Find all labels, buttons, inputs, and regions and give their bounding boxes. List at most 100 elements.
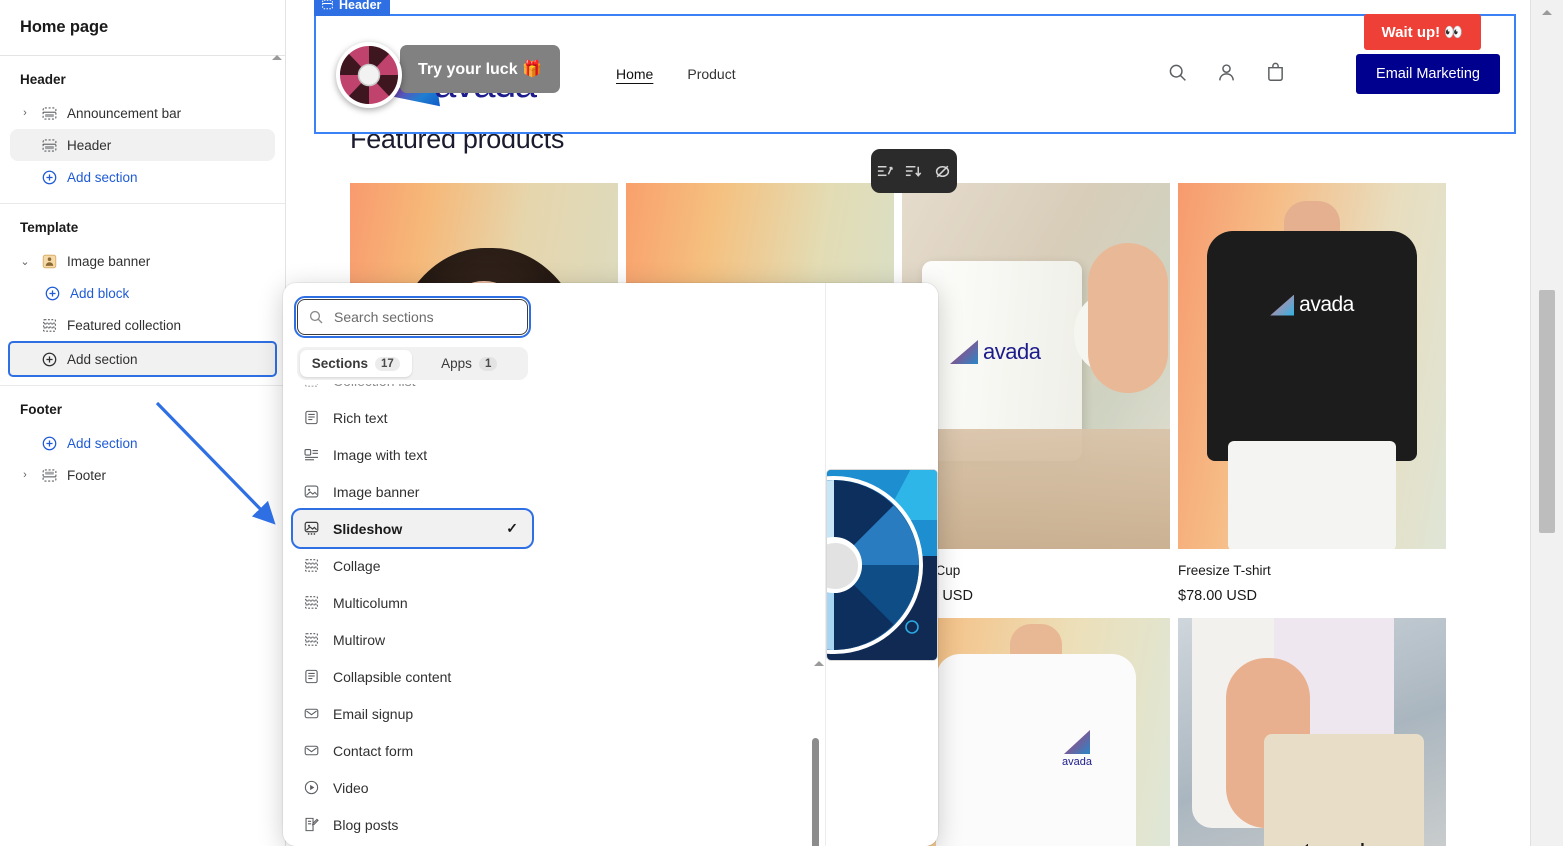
product-price: $78.00 USD [1178,588,1257,604]
sections-list: Collection list Rich text Image with tex… [283,384,542,846]
slideshow-preview-card: Try your luck today! Enter your email to… [826,468,938,661]
product-card[interactable]: avada Freesize T-shirt $78.00 USD [1178,183,1446,604]
sidebar-item-label: Announcement bar [67,105,182,121]
header-section-frame[interactable]: Header avada Try your luck 🎁 [314,0,1516,134]
section-item-label: Collection list [333,384,415,389]
plus-circle-icon [42,436,57,450]
section-item-contact-form[interactable]: Contact form [293,732,532,769]
wait-up-label: Wait up! 👀 [1381,24,1463,41]
collection-icon [42,318,57,332]
section-item-rich-text[interactable]: Rich text [293,399,532,436]
search-input[interactable] [332,308,517,326]
section-item-video[interactable]: Video [293,769,532,806]
chevron-right-icon[interactable]: › [18,107,32,119]
sidebar-item-label: Featured collection [67,317,182,333]
sections-list-scrollbar[interactable] [812,738,819,846]
wheel-icon [340,46,398,104]
app-block-icon [42,254,57,268]
account-icon[interactable] [1216,62,1237,83]
product-image[interactable]: avada [902,183,1170,549]
circle-decor-icon [905,619,919,634]
spin-wheel-widget[interactable] [336,42,402,108]
section-toolbar[interactable] [871,149,957,193]
tab-apps[interactable]: Apps 1 [414,350,526,377]
email-marketing-button[interactable]: Email Marketing [1356,54,1500,94]
group-label-template: Template [20,220,79,235]
section-item-collection-list[interactable]: Collection list [293,384,532,399]
sidebar-item-label: Footer [67,467,107,483]
section-item-multicolumn[interactable]: Multicolumn [293,584,532,621]
multirow-icon [304,633,319,646]
sidebar-item-announcement-bar[interactable]: › Announcement bar [10,97,275,129]
collage-icon [304,559,319,572]
product-image[interactable]: avada [1178,183,1446,549]
section-item-blog-posts[interactable]: Blog posts [293,806,532,843]
sidebar-add-block[interactable]: Add block [10,277,275,309]
sidebar-item-footer[interactable]: › Footer [10,459,275,491]
sections-panel-left: Sections 17 Apps 1 Collection list Rich … [283,283,824,846]
sidebar-item-featured-collection[interactable]: Featured collection [10,309,275,341]
nav-link-home[interactable]: Home [616,66,653,82]
multicolumn-icon [304,596,319,609]
section-item-label: Image with text [333,446,428,463]
section-item-image-with-text[interactable]: Image with text [293,436,532,473]
sidebar-scroll-up-arrow[interactable] [272,55,282,60]
header-section-badge[interactable]: Header [314,0,391,16]
section-item-label: Blog posts [333,816,399,833]
sidebar-item-label: Add section [67,351,138,367]
product-card[interactable]: avada [902,618,1170,846]
section-item-collage[interactable]: Collage [293,547,532,584]
search-sections-box[interactable] [294,296,531,338]
blog-icon [305,817,319,832]
section-item-image-banner[interactable]: Image banner [293,473,532,510]
sidebar-item-label: Add section [67,435,138,451]
product-price: 78.00 USD [902,588,973,604]
section-item-label: Slideshow [333,520,403,537]
footer-icon [42,468,57,482]
section-item-multirow[interactable]: Multirow [293,621,532,658]
section-item-email-signup[interactable]: Email signup [293,695,532,732]
sidebar-header: Home page [0,0,285,56]
sidebar-item-label: Add block [70,285,130,301]
product-card[interactable]: avada [1178,618,1446,846]
nav-link-product[interactable]: Product [687,66,735,82]
image-banner-icon [304,485,319,498]
move-up-icon[interactable] [876,162,895,181]
scroll-up-arrow[interactable] [1542,10,1552,15]
sidebar-add-section-header[interactable]: Add section [10,161,275,193]
panel-scroll-up-arrow[interactable] [814,661,824,666]
sidebar: Home page Header › Announcement bar Head… [0,0,286,846]
sidebar-add-section-template[interactable]: Add section [8,341,277,377]
page-scrollbar-thumb[interactable] [1539,290,1555,533]
sidebar-item-header[interactable]: Header [10,129,275,161]
search-icon [309,310,323,324]
chevron-right-icon[interactable]: › [18,469,32,481]
product-image[interactable]: avada [1178,618,1446,846]
sections-panel-preview: Try your luck today! Enter your email to… [826,283,938,846]
hide-icon[interactable] [933,162,952,181]
tab-sections-count: 17 [374,356,400,371]
group-label-header: Header [20,72,66,87]
sidebar-item-image-banner[interactable]: ⌄ Image banner [10,245,275,277]
move-down-icon[interactable] [904,162,923,181]
section-item-slideshow[interactable]: Slideshow ✓ [291,508,534,549]
panel-tabs: Sections 17 Apps 1 [297,347,528,380]
page-scrollbar[interactable] [1530,0,1563,846]
section-item-label: Video [333,779,369,796]
section-item-label: Rich text [333,409,388,426]
chevron-down-icon[interactable]: ⌄ [18,255,32,268]
sidebar-group-header: Header › Announcement bar Header Add sec… [0,56,285,204]
tab-sections[interactable]: Sections 17 [300,350,412,377]
section-item-collapsible-content[interactable]: Collapsible content [293,658,532,695]
section-icon [322,0,333,10]
product-card[interactable]: avada offee Cup 78.00 USD [902,183,1170,604]
product-image[interactable]: avada [902,618,1170,846]
sidebar-item-label: Header [67,137,112,153]
sidebar-add-section-footer[interactable]: Add section [10,427,275,459]
section-icon [42,106,57,120]
section-item-label: Collage [333,557,381,574]
store-nav: Home Product [616,66,736,82]
wait-up-badge[interactable]: Wait up! 👀 [1363,14,1481,50]
search-icon[interactable] [1167,62,1188,83]
cart-icon[interactable] [1265,62,1286,83]
